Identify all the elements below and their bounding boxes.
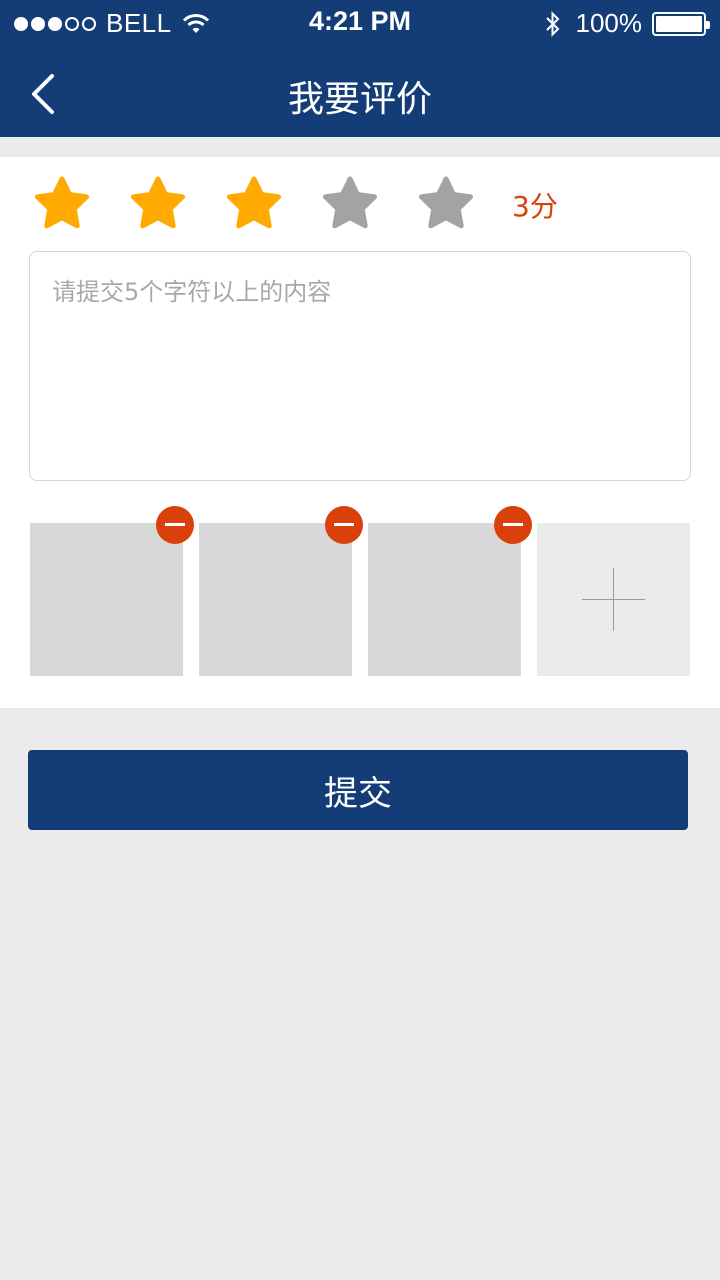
status-bar: BELL 4:21 PM 100% <box>0 0 720 46</box>
minus-circle-icon <box>503 523 523 526</box>
header: BELL 4:21 PM 100% 我要评价 <box>0 0 720 137</box>
remove-photo-button[interactable] <box>494 506 532 544</box>
submit-button[interactable]: 提交 <box>28 750 688 830</box>
add-photo-button[interactable] <box>537 523 690 676</box>
photo-uploader <box>30 506 690 676</box>
plus-icon <box>613 568 614 631</box>
star-icon[interactable] <box>30 175 94 235</box>
minus-circle-icon <box>165 523 185 526</box>
page-title: 我要评价 <box>287 79 432 120</box>
star-rating: 3分 <box>30 175 558 235</box>
nav-bar: 我要评价 <box>0 46 720 137</box>
photo-thumbnail[interactable] <box>30 506 194 676</box>
minus-circle-icon <box>334 523 354 526</box>
battery-tip <box>706 20 710 29</box>
photo-thumbnail[interactable] <box>199 506 363 676</box>
comment-input[interactable] <box>30 252 690 480</box>
status-right: 100% <box>544 8 710 39</box>
comment-box <box>29 251 691 481</box>
battery-percentage: 100% <box>575 8 643 38</box>
star-icon[interactable] <box>222 175 286 235</box>
review-card: 3分 <box>0 157 720 708</box>
battery-icon <box>652 11 710 36</box>
score-label: 3分 <box>512 190 558 223</box>
star-icon[interactable] <box>126 175 190 235</box>
star-icon[interactable] <box>318 175 382 235</box>
bluetooth-icon <box>545 10 559 37</box>
photo-thumbnail[interactable] <box>368 506 532 676</box>
remove-photo-button[interactable] <box>156 506 194 544</box>
remove-photo-button[interactable] <box>325 506 363 544</box>
battery-fill <box>656 15 702 32</box>
star-icon[interactable] <box>414 175 478 235</box>
